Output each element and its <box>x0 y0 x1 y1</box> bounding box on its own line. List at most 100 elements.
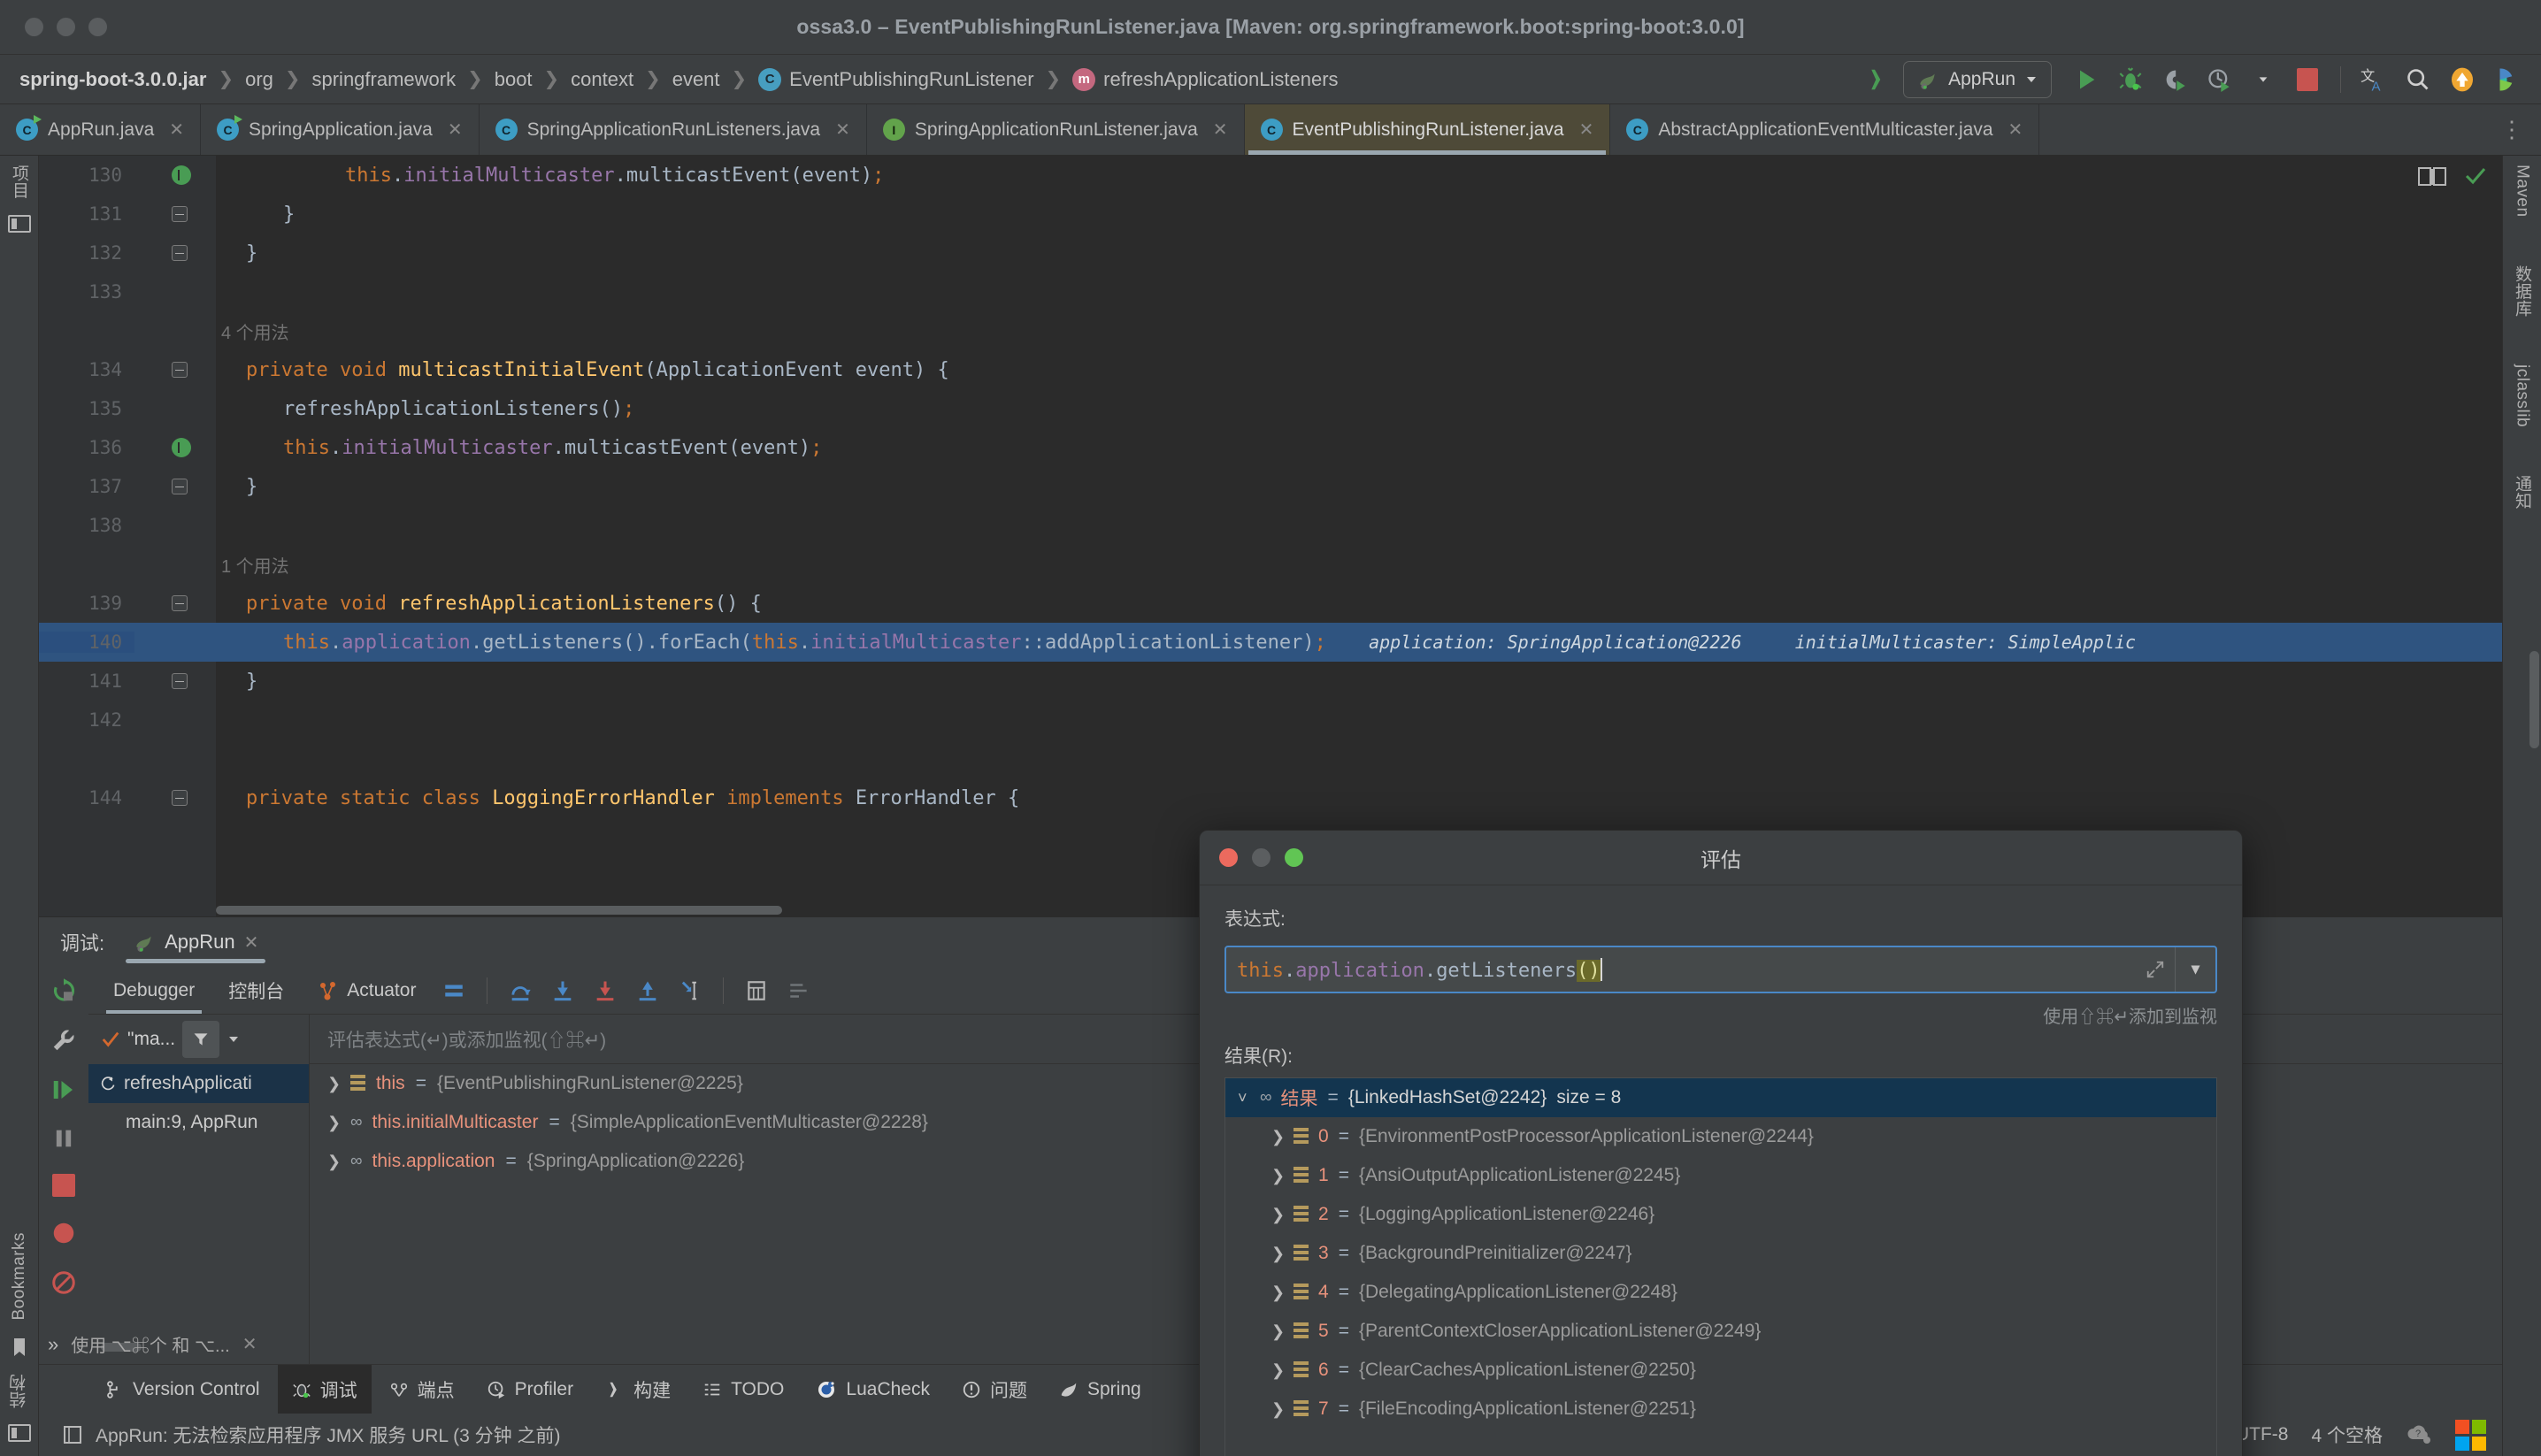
fold-expand-icon[interactable] <box>172 790 188 806</box>
editor-tab-springapplication[interactable]: C SpringApplication.java ✕ <box>201 104 480 155</box>
run-button[interactable] <box>2066 59 2107 100</box>
editor-tab-apprun[interactable]: C AppRun.java ✕ <box>0 104 202 155</box>
run-to-cursor-icon[interactable] <box>672 972 709 1009</box>
breadcrumb-item-boot[interactable]: boot <box>495 68 533 91</box>
bottom-item-todo[interactable]: TODO <box>688 1365 798 1414</box>
bottom-item-debug[interactable]: 调试 <box>277 1365 372 1414</box>
result-item-5[interactable]: ❯ 5 = {ParentContextCloserApplicationLis… <box>1225 1312 2216 1351</box>
result-item-2[interactable]: ❯ 2 = {LoggingApplicationListener@2246} <box>1225 1195 2216 1234</box>
wrench-icon[interactable] <box>50 1027 77 1054</box>
evaluate-expression-dialog[interactable]: 评估 表达式: this.application.getListeners() … <box>1199 830 2243 1456</box>
settings-layout-icon[interactable] <box>780 972 818 1009</box>
result-item-7[interactable]: ❯ 7 = {FileEncodingApplicationListener@2… <box>1225 1390 2216 1429</box>
breakpoint-icon[interactable] <box>50 1220 77 1246</box>
cloud-settings-icon[interactable]: ? <box>2406 1423 2432 1446</box>
breadcrumb-item-context[interactable]: context <box>571 68 633 91</box>
bottom-item-build[interactable]: 构建 <box>591 1365 685 1414</box>
status-message[interactable]: AppRun: 无法检索应用程序 JMX 服务 URL (3 分钟 之前) <box>96 1422 560 1448</box>
close-icon[interactable]: ✕ <box>242 1333 257 1355</box>
bottom-item-spring[interactable]: Spring <box>1045 1365 1155 1414</box>
close-icon[interactable]: ✕ <box>1213 119 1228 141</box>
bottom-item-problems[interactable]: 问题 <box>948 1365 1041 1414</box>
update-icon[interactable] <box>2442 59 2483 100</box>
breakpoint-icon[interactable] <box>172 438 191 457</box>
chevron-down-icon[interactable]: ˅ <box>1238 1089 1250 1107</box>
bottom-item-luacheck[interactable]: LuaCheck <box>802 1365 944 1414</box>
gutter-marks[interactable] <box>134 673 216 689</box>
sidebar-item-structure[interactable]: 结构 <box>7 1374 31 1408</box>
translate-icon[interactable]: 文A <box>2353 59 2394 100</box>
breadcrumb-item-jar[interactable]: spring-boot-3.0.0.jar <box>19 68 206 91</box>
chevron-right-icon[interactable]: ❯ <box>327 1153 341 1171</box>
close-icon[interactable]: ✕ <box>448 119 463 141</box>
bottom-item-endpoints[interactable]: 端点 <box>375 1365 469 1414</box>
pause-icon[interactable] <box>51 1126 76 1151</box>
bookmarks-icon[interactable] <box>12 1337 27 1358</box>
usage-hint-loggingerrorhandler[interactable] <box>39 739 2502 778</box>
editor-horizontal-scrollbar[interactable] <box>216 906 1278 916</box>
chevron-right-icon[interactable]: ❯ <box>1271 1322 1285 1341</box>
book-icon[interactable] <box>2417 165 2447 188</box>
structure-icon[interactable] <box>7 1424 31 1442</box>
result-item-1[interactable]: ❯ 1 = {AnsiOutputApplicationListener@224… <box>1225 1156 2216 1195</box>
close-icon[interactable]: ✕ <box>169 119 184 141</box>
sidebar-item-maven[interactable]: Maven <box>2513 165 2532 218</box>
expression-history-dropdown[interactable]: ▼ <box>2175 947 2215 992</box>
editor-tab-abstractapplicationeventmulticaster[interactable]: C AbstractApplicationEventMulticaster.ja… <box>1610 104 2040 155</box>
stop-icon[interactable] <box>52 1174 75 1197</box>
chevron-right-icon[interactable]: ❯ <box>1271 1361 1285 1380</box>
frame-row-refreshapplicationlisteners[interactable]: refreshApplicati <box>88 1064 309 1103</box>
ai-assistant-icon[interactable] <box>2486 59 2527 100</box>
encoding-label[interactable]: UTF-8 <box>2236 1424 2289 1445</box>
close-icon[interactable]: ✕ <box>835 119 850 141</box>
frame-row-main[interactable]: main:9, AppRun <box>88 1103 309 1142</box>
code-editor[interactable]: 130 this.initialMulticaster.multicastEve… <box>39 156 2502 916</box>
fold-collapse-icon[interactable] <box>172 245 188 261</box>
usage-hint-refreshapplicationlisteners[interactable]: 1 个用法 <box>39 545 2502 584</box>
result-root-row[interactable]: ˅ ∞ 结果 = {LinkedHashSet@2242} size = 8 <box>1225 1078 2216 1117</box>
windows-logo-icon[interactable] <box>2455 1419 2486 1451</box>
breadcrumb-item-event[interactable]: event <box>672 68 720 91</box>
show-execution-point-icon[interactable] <box>435 972 472 1009</box>
chevron-right-icon[interactable]: ❯ <box>1271 1167 1285 1185</box>
chevron-down-icon[interactable] <box>226 1032 241 1046</box>
fold-expand-icon[interactable] <box>172 595 188 611</box>
chevron-double-right-icon[interactable]: » <box>39 1333 58 1356</box>
gutter-marks[interactable] <box>134 479 216 494</box>
chevron-right-icon[interactable]: ❯ <box>1271 1400 1285 1419</box>
gutter-marks[interactable] <box>134 595 216 611</box>
result-item-6[interactable]: ❯ 6 = {ClearCachesApplicationListener@22… <box>1225 1351 2216 1390</box>
checkmark-icon[interactable] <box>2463 165 2488 188</box>
debug-button[interactable] <box>2110 59 2151 100</box>
close-icon[interactable]: ✕ <box>1579 119 1594 141</box>
scrollbar-thumb[interactable] <box>216 906 782 915</box>
project-icon[interactable] <box>7 215 31 233</box>
sidebar-item-notifications[interactable]: 通知 <box>2510 475 2534 510</box>
editor-tab-springapplicationrunlisteners[interactable]: C SpringApplicationRunListeners.java ✕ <box>480 104 867 155</box>
breadcrumb-item-springframework[interactable]: springframework <box>312 68 457 91</box>
sidebar-item-database[interactable]: 数据库 <box>2510 265 2534 318</box>
tab-debugger[interactable]: Debugger <box>99 967 209 1014</box>
editor-tab-springapplicationrunlistener[interactable]: I SpringApplicationRunListener.java ✕ <box>867 104 1245 155</box>
resume-icon[interactable] <box>50 1077 77 1103</box>
mute-breakpoints-icon[interactable] <box>50 1269 77 1296</box>
force-step-into-icon[interactable] <box>587 972 624 1009</box>
maximize-window-button[interactable] <box>88 18 107 36</box>
gutter-marks[interactable] <box>134 245 216 261</box>
minimize-window-button[interactable] <box>57 18 75 36</box>
window-controls[interactable] <box>25 18 107 36</box>
breadcrumb-item-class[interactable]: C EventPublishingRunListener <box>758 67 1034 91</box>
search-icon[interactable] <box>2398 59 2438 100</box>
close-icon[interactable]: ✕ <box>244 931 259 954</box>
sidebar-item-bookmarks[interactable]: Bookmarks <box>10 1232 29 1321</box>
build-project-button[interactable] <box>1859 59 1900 100</box>
gutter-marks[interactable] <box>134 165 216 185</box>
breadcrumb-item-method[interactable]: m refreshApplicationListeners <box>1072 67 1339 91</box>
gutter-marks[interactable] <box>134 206 216 222</box>
rerun-icon[interactable] <box>50 977 77 1004</box>
sidebar-item-jclasslib[interactable]: jclasslib <box>2513 364 2532 427</box>
step-over-icon[interactable] <box>502 972 539 1009</box>
chevron-right-icon[interactable]: ❯ <box>327 1114 341 1132</box>
step-into-icon[interactable] <box>544 972 581 1009</box>
chevron-right-icon[interactable]: ❯ <box>1271 1206 1285 1224</box>
